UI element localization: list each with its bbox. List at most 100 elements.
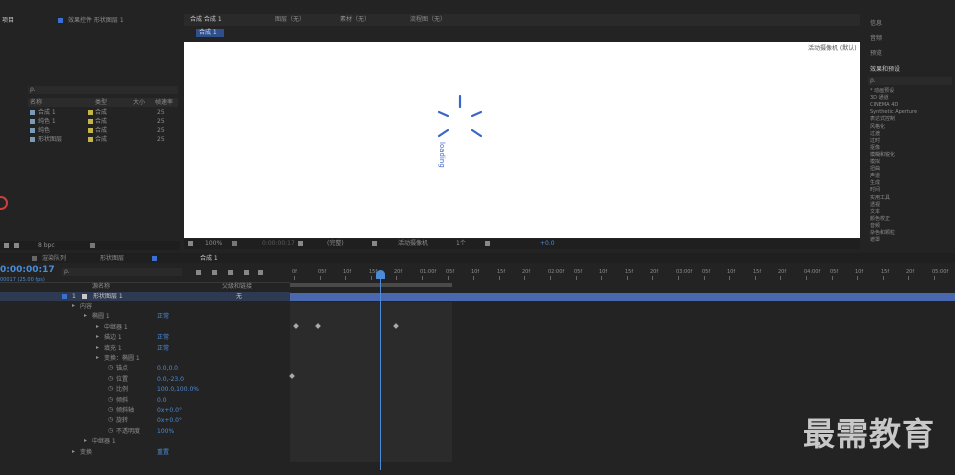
grid-icon[interactable] bbox=[485, 241, 490, 246]
property-row[interactable]: ◷ 不透明度 100% bbox=[0, 427, 290, 437]
property-row[interactable]: ▸ 椭圆 1 正常 bbox=[0, 312, 290, 322]
effect-category[interactable]: CINEMA 4D bbox=[870, 102, 898, 108]
effect-category[interactable]: 生成 bbox=[870, 180, 880, 186]
timeline-timecode[interactable]: 0:00:00:17 bbox=[0, 265, 55, 275]
effect-category[interactable]: 表达式控制 bbox=[870, 116, 895, 122]
current-time-indicator[interactable] bbox=[380, 270, 381, 470]
stopwatch-icon[interactable]: ◷ bbox=[108, 427, 113, 434]
column-type[interactable]: 类型 bbox=[95, 99, 107, 107]
effect-category[interactable]: 过渡 bbox=[870, 131, 880, 137]
expand-caret-icon[interactable]: ▸ bbox=[72, 448, 75, 455]
panel-info[interactable]: 信息 bbox=[870, 20, 882, 28]
column-parent[interactable]: 父级和链接 bbox=[222, 283, 252, 291]
expand-caret-icon[interactable]: ▸ bbox=[84, 437, 87, 444]
snapshot-icon[interactable] bbox=[188, 241, 193, 246]
property-value[interactable]: 0.0,0.0 bbox=[157, 365, 178, 373]
composition-canvas[interactable]: 活动摄像机 (默认) loading bbox=[184, 42, 860, 238]
stopwatch-icon[interactable]: ◷ bbox=[108, 385, 113, 392]
effect-category[interactable]: Synthetic Aperture bbox=[870, 109, 917, 115]
motion-blur-icon[interactable] bbox=[258, 270, 263, 275]
camera-icon[interactable] bbox=[298, 241, 303, 246]
layer-row[interactable] bbox=[0, 292, 290, 301]
stopwatch-icon[interactable]: ◷ bbox=[108, 364, 113, 371]
effect-category[interactable]: 实用工具 bbox=[870, 195, 890, 201]
property-row[interactable]: ▸ 变换 重置 bbox=[0, 448, 290, 458]
effect-category[interactable]: 声道 bbox=[870, 173, 880, 179]
column-name[interactable]: 名称 bbox=[30, 99, 42, 107]
property-row[interactable]: ◷ 锚点 0.0,0.0 bbox=[0, 364, 290, 374]
property-row[interactable]: ◷ 比例 100.0,100.0% bbox=[0, 385, 290, 395]
project-item[interactable]: 纯色 1 合成 25 bbox=[28, 118, 178, 126]
project-tab[interactable]: 项目 bbox=[2, 17, 14, 25]
new-folder-icon[interactable] bbox=[4, 243, 9, 248]
comp-mini-flowchart-icon[interactable] bbox=[196, 270, 201, 275]
stopwatch-icon[interactable]: ◷ bbox=[108, 406, 113, 413]
property-row[interactable]: ◷ 旋转 0x+0.0° bbox=[0, 416, 290, 426]
effect-category[interactable]: 扭曲 bbox=[870, 166, 880, 172]
shy-icon[interactable] bbox=[228, 270, 233, 275]
expand-caret-icon[interactable]: ▸ bbox=[84, 312, 87, 319]
region-icon[interactable] bbox=[372, 241, 377, 246]
property-value[interactable]: 正常 bbox=[157, 345, 169, 353]
tab-footage[interactable]: 素材（无） bbox=[340, 16, 370, 24]
column-source-name[interactable]: 源名称 bbox=[92, 283, 110, 291]
effect-category[interactable]: 时间 bbox=[870, 187, 880, 193]
frame-blend-icon[interactable] bbox=[244, 270, 249, 275]
property-value[interactable]: 正常 bbox=[157, 334, 169, 342]
project-item[interactable]: 合成 1 合成 25 bbox=[28, 109, 178, 117]
property-row[interactable]: ▸ 内容 bbox=[0, 302, 290, 312]
zoom-select[interactable]: 100% bbox=[205, 240, 222, 248]
stopwatch-icon[interactable]: ◷ bbox=[108, 396, 113, 403]
project-item[interactable]: 纯色 合成 25 bbox=[28, 127, 178, 135]
property-row[interactable]: ◷ 倾斜 0.0 bbox=[0, 396, 290, 406]
tab-composition[interactable]: 合成 合成 1 bbox=[190, 16, 222, 24]
property-value[interactable]: 正常 bbox=[157, 313, 169, 321]
effect-category[interactable]: 遮罩 bbox=[870, 237, 880, 243]
views-select[interactable]: 1个 bbox=[456, 240, 466, 248]
trash-icon[interactable] bbox=[90, 243, 95, 248]
tab-comp1[interactable]: 合成 1 bbox=[200, 255, 218, 263]
tab-render-queue[interactable]: 渲染队列 bbox=[42, 255, 66, 263]
safe-zones-icon[interactable] bbox=[232, 241, 237, 246]
effect-category[interactable]: 抠像 bbox=[870, 145, 880, 151]
expand-caret-icon[interactable]: ▸ bbox=[72, 302, 75, 309]
layer-parent[interactable]: 无 bbox=[236, 293, 242, 301]
project-item[interactable]: 形状图层 合成 25 bbox=[28, 136, 178, 144]
tab-flowchart[interactable]: 流程图（无） bbox=[410, 16, 446, 24]
layer-name[interactable]: 形状图层 1 bbox=[93, 293, 123, 301]
effect-category[interactable]: 过时 bbox=[870, 138, 880, 144]
panel-audio[interactable]: 音频 bbox=[870, 35, 882, 43]
property-value[interactable]: 0x+0.0° bbox=[157, 407, 182, 415]
draft-3d-icon[interactable] bbox=[212, 270, 217, 275]
effect-category[interactable]: 文本 bbox=[870, 209, 880, 215]
expand-caret-icon[interactable]: ▸ bbox=[96, 323, 99, 330]
current-time[interactable]: 0:00:00:17 bbox=[262, 240, 295, 248]
effects-search-input[interactable] bbox=[868, 77, 952, 85]
tab-shape-layer[interactable]: 形状图层 bbox=[100, 255, 124, 263]
camera-select[interactable]: 活动摄像机 bbox=[398, 240, 428, 248]
expand-caret-icon[interactable]: ▸ bbox=[96, 344, 99, 351]
column-size[interactable]: 大小 bbox=[133, 99, 145, 107]
effect-category[interactable]: 模拟 bbox=[870, 159, 880, 165]
effect-controls-tab[interactable]: 效果控件 形状图层 1 bbox=[68, 17, 124, 25]
stopwatch-icon[interactable]: ◷ bbox=[108, 375, 113, 382]
property-value[interactable]: 0.0,-23.0 bbox=[157, 376, 184, 384]
property-row[interactable]: ▸ 变换：椭圆 1 bbox=[0, 354, 290, 364]
exposure-value[interactable]: +0.0 bbox=[540, 240, 555, 248]
property-value[interactable]: 0.0 bbox=[157, 397, 167, 405]
effect-category[interactable]: * 动画预设 bbox=[870, 88, 894, 94]
effect-category[interactable]: 模糊和锐化 bbox=[870, 152, 895, 158]
property-row[interactable]: ▸ 中继器 1 bbox=[0, 323, 290, 333]
property-value[interactable]: 100.0,100.0% bbox=[157, 386, 199, 394]
column-fps[interactable]: 帧速率 bbox=[155, 99, 173, 107]
property-row[interactable]: ▸ 填充 1 正常 bbox=[0, 344, 290, 354]
effect-category[interactable]: 风格化 bbox=[870, 124, 885, 130]
resolution-select[interactable]: (完整) bbox=[327, 240, 344, 248]
effect-category[interactable]: 3D 通道 bbox=[870, 95, 889, 101]
layer-duration-bar[interactable] bbox=[290, 293, 955, 301]
effect-category[interactable]: 杂色和颗粒 bbox=[870, 230, 895, 236]
effect-category[interactable]: 透视 bbox=[870, 202, 880, 208]
property-row[interactable]: ◷ 倾斜轴 0x+0.0° bbox=[0, 406, 290, 416]
property-value[interactable]: 0x+0.0° bbox=[157, 417, 182, 425]
property-row[interactable]: ◷ 位置 0.0,-23.0 bbox=[0, 375, 290, 385]
